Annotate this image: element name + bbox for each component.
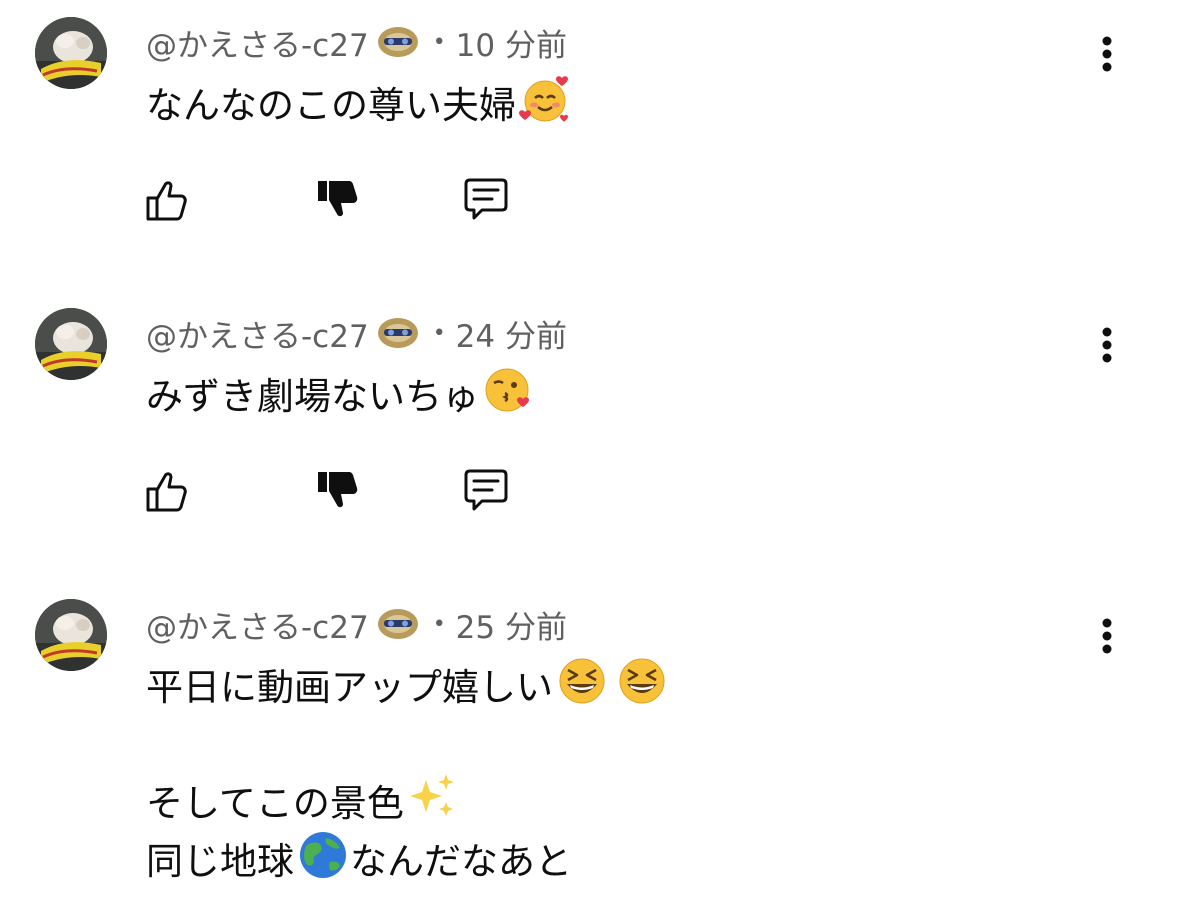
thumbs-up-icon — [146, 472, 187, 512]
comment-text-line: みずき劇場ないちゅ — [146, 363, 535, 421]
comment-text-line: 平日に動画アップ嬉しい — [146, 654, 669, 712]
face-blowing-kiss-icon — [481, 363, 535, 434]
comment-reply-icon — [464, 469, 508, 511]
comment-text: みずき劇場ないちゅ — [146, 363, 535, 421]
comment-meta: @かえさる-c27 • 10 分前 — [146, 20, 567, 64]
like-button[interactable] — [140, 172, 196, 228]
comment-more-options-button[interactable] — [1090, 32, 1124, 84]
comment-timestamp[interactable]: 25 分前 — [456, 602, 567, 647]
comment-timestamp[interactable]: 24 分前 — [456, 311, 567, 356]
comment-actions — [140, 463, 540, 519]
comment-1: @かえさる-c27 • 10 分前 なんなのこの尊い夫婦 — [0, 0, 1179, 290]
comment-author-handle[interactable]: @かえさる-c27 — [146, 311, 369, 356]
like-button[interactable] — [140, 463, 196, 519]
smiling-face-with-hearts-icon — [518, 72, 572, 143]
dislike-button[interactable] — [310, 463, 366, 519]
comment-meta: @かえさる-c27 • 25 分前 — [146, 602, 567, 646]
avatar[interactable] — [35, 599, 107, 671]
member-badge-icon — [375, 604, 421, 644]
comment-text-line: そしてこの景色 — [146, 770, 669, 828]
comment-2: @かえさる-c27 • 24 分前 みずき劇場ないちゅ — [0, 291, 1179, 581]
comment-author-handle[interactable]: @かえさる-c27 — [146, 602, 369, 647]
comment-author-handle[interactable]: @かえさる-c27 — [146, 20, 369, 65]
vertical-ellipsis-icon — [1102, 618, 1112, 654]
meta-separator: • — [432, 320, 446, 346]
meta-separator: • — [432, 29, 446, 55]
vertical-ellipsis-icon — [1102, 327, 1112, 363]
avatar[interactable] — [35, 17, 107, 89]
comment-meta: @かえさる-c27 • 24 分前 — [146, 311, 567, 355]
comment-more-options-button[interactable] — [1090, 323, 1124, 375]
thumbs-up-icon — [146, 181, 187, 221]
thumbs-down-icon — [318, 472, 358, 508]
comment-3: @かえさる-c27 • 25 分前 平日に動画アップ嬉しい そしてこの景色 同じ… — [0, 582, 1179, 920]
thumbs-down-icon — [318, 181, 358, 217]
comment-timestamp[interactable]: 10 分前 — [456, 20, 567, 65]
comment-text-line: なんなのこの尊い夫婦 — [146, 72, 572, 130]
grinning-squinting-face-icon — [555, 654, 609, 725]
grinning-squinting-face-icon — [615, 654, 669, 725]
reply-button[interactable] — [458, 172, 514, 228]
avatar-image — [35, 308, 107, 380]
avatar-image — [35, 599, 107, 671]
globe-asia-australia-icon — [296, 828, 350, 899]
comment-actions — [140, 172, 540, 228]
avatar-image — [35, 17, 107, 89]
comment-text: 平日に動画アップ嬉しい そしてこの景色 同じ地球 なんだなあと — [146, 654, 669, 886]
meta-separator: • — [432, 611, 446, 637]
member-badge-icon — [375, 22, 421, 62]
comment-text: なんなのこの尊い夫婦 — [146, 72, 572, 130]
comment-text-line: 同じ地球 なんだなあと — [146, 828, 669, 886]
comment-more-options-button[interactable] — [1090, 614, 1124, 666]
member-badge-icon — [375, 313, 421, 353]
vertical-ellipsis-icon — [1102, 36, 1112, 72]
avatar[interactable] — [35, 308, 107, 380]
reply-button[interactable] — [458, 463, 514, 519]
comment-reply-icon — [464, 178, 508, 220]
dislike-button[interactable] — [310, 172, 366, 228]
